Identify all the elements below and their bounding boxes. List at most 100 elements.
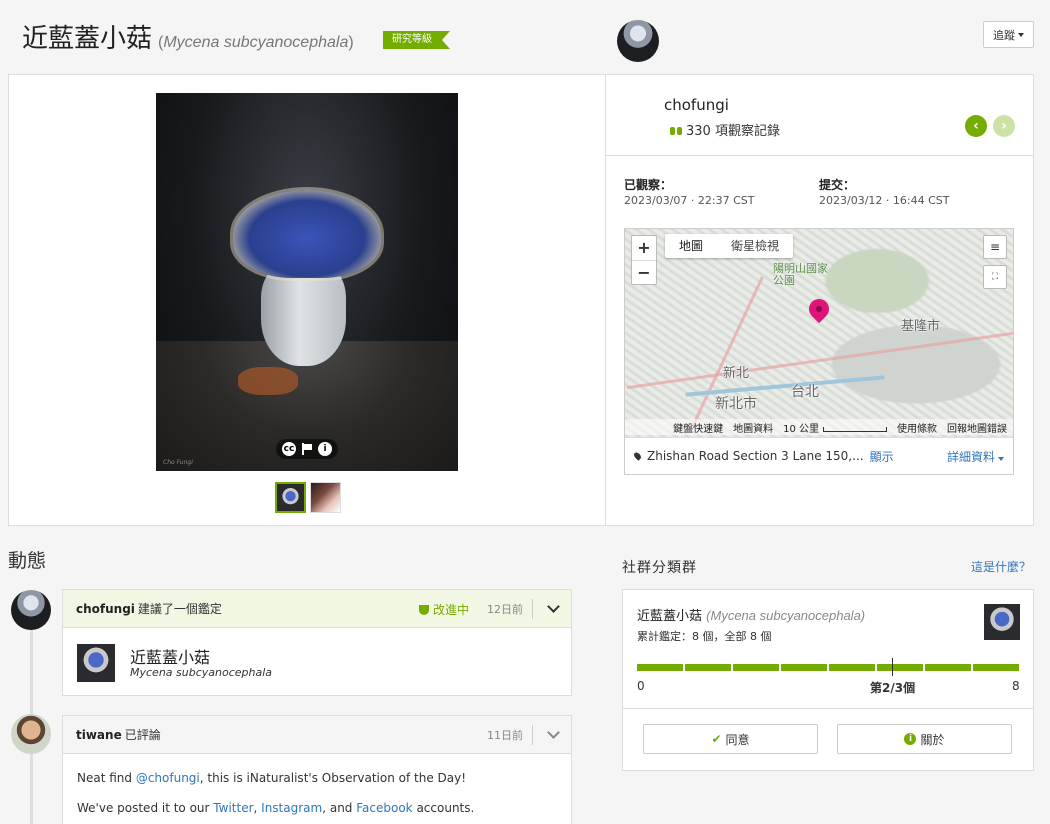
photo-mushroom-cap <box>233 190 381 278</box>
comment-action: 已評論 <box>124 728 161 742</box>
identification-card: chofungi 建議了一個鑑定 改進中 12日前 近藍蓋小菇 Mycena s… <box>62 589 572 696</box>
page-title: 近藍蓋小菇 (Mycena subcyanocephala) <box>22 18 354 55</box>
observed-label: 已觀察： <box>624 178 673 192</box>
divider <box>623 708 1033 709</box>
map-type-control: 地圖 衛星檢視 <box>665 234 794 258</box>
map-label-park: 陽明山國家公園 <box>773 262 828 287</box>
map-label-xinbei-small: 新北 <box>723 366 750 381</box>
map-scale: 10 公里 <box>783 420 887 435</box>
map-attribution: 鍵盤快速鍵 地圖資料 10 公里 使用條款 回報地圖錯誤 <box>625 419 1013 435</box>
map-type-map-button[interactable]: 地圖 <box>665 234 717 258</box>
observation-photo[interactable]: Cho Fungi cc i <box>156 93 458 471</box>
activity-heading: 動態 <box>8 550 47 572</box>
map-label-xinbei: 新北市 <box>715 396 757 412</box>
place-name: Zhishan Road Section 3 Lane 150,... <box>647 449 864 463</box>
identification-taxon-common-name[interactable]: 近藍蓋小菇 <box>130 644 210 668</box>
next-observation-button[interactable]: › <box>993 115 1015 137</box>
community-taxon-name[interactable]: 近藍蓋小菇 (Mycena subcyanocephala) <box>637 605 865 624</box>
photo-credit: Cho Fungi <box>163 459 193 466</box>
submitted-label: 提交： <box>819 178 856 192</box>
title-scientific-name: (Mycena subcyanocephala) <box>158 34 354 51</box>
show-location-link[interactable]: 顯示 <box>870 448 894 465</box>
community-identification-count: 累計鑑定：8 個，全部 8 個 <box>637 630 772 643</box>
binoculars-icon <box>670 125 682 135</box>
agreement-threshold-label: 第2/3個 <box>870 681 916 695</box>
map-type-satellite-button[interactable]: 衛星檢視 <box>717 234 793 258</box>
photo-area: Cho Fungi cc i <box>9 75 606 525</box>
observer-observation-count[interactable]: 330 項觀察記錄 <box>670 120 780 139</box>
agreement-min-label: 0 <box>637 679 645 693</box>
chevron-down-icon[interactable] <box>547 600 560 613</box>
comment-card-header: tiwane 已評論 11日前 <box>63 716 571 754</box>
community-taxon-heading: 社群分類群 <box>622 560 697 576</box>
details-dropdown[interactable]: 詳細資料 <box>947 448 1004 465</box>
photo-thumbnail-2[interactable] <box>310 482 341 513</box>
about-button[interactable]: i 關於 <box>837 724 1012 754</box>
photo-thumbnails <box>275 482 341 513</box>
community-taxon-thumbnail[interactable] <box>984 604 1020 640</box>
photo-detail <box>238 367 298 395</box>
report-map-error-link[interactable]: 回報地圖錯誤 <box>947 420 1007 435</box>
observed-date: 2023/03/07 · 22:37 CST <box>624 194 755 207</box>
agreement-bar-segment <box>685 664 731 671</box>
improving-status: 改進中 <box>419 601 469 618</box>
info-icon[interactable]: i <box>318 442 332 456</box>
trophy-icon <box>419 604 429 615</box>
follow-button[interactable]: 追蹤 <box>983 21 1034 48</box>
twitter-link[interactable]: Twitter <box>213 801 253 815</box>
caret-down-icon <box>1018 32 1024 37</box>
mention-link[interactable]: @chofungi <box>136 771 200 785</box>
map-data-link[interactable]: 地圖資料 <box>733 420 773 435</box>
agreement-bar-segment <box>829 664 875 671</box>
identification-taxon-scientific-name[interactable]: Mycena subcyanocephala <box>130 666 272 679</box>
agreement-bar-segment <box>733 664 779 671</box>
comment-card: tiwane 已評論 11日前 Neat find @chofungi, thi… <box>62 715 572 824</box>
agreement-bar-segment <box>925 664 971 671</box>
zoom-out-button[interactable]: − <box>632 260 656 284</box>
terms-link[interactable]: 使用條款 <box>897 420 937 435</box>
flag-icon[interactable] <box>301 443 313 455</box>
activity-avatar-tiwane[interactable] <box>11 714 51 754</box>
observer-name[interactable]: chofungi <box>664 96 729 114</box>
location-map[interactable]: 陽明山國家公園 基隆市 新北 新北市 台北 + − 地圖 衛星檢視 ≡ ⛶ 鍵盤… <box>624 228 1014 475</box>
identification-action: 建議了一個鑑定 <box>137 602 222 616</box>
identifier-name[interactable]: chofungi <box>76 602 135 616</box>
map-zoom-control: + − <box>631 235 657 285</box>
observer-avatar[interactable] <box>617 20 659 62</box>
agreement-max-label: 8 <box>1012 679 1020 693</box>
zoom-in-button[interactable]: + <box>632 236 656 260</box>
observation-location-pin[interactable] <box>804 294 834 324</box>
comment-paragraph-1: Neat find @chofungi, this is iNaturalist… <box>77 771 467 785</box>
map-canvas[interactable]: 陽明山國家公園 基隆市 新北 新北市 台北 + − 地圖 衛星檢視 ≡ ⛶ 鍵盤… <box>625 229 1013 437</box>
community-taxon-box: 近藍蓋小菇 (Mycena subcyanocephala) 累計鑑定：8 個，… <box>622 589 1034 771</box>
agree-button[interactable]: ✔ 同意 <box>643 724 818 754</box>
quality-grade-badge: 研究等級 <box>383 31 450 49</box>
fullscreen-icon[interactable]: ⛶ <box>983 265 1007 289</box>
cc-license-icon[interactable]: cc <box>282 442 296 456</box>
title-common-name: 近藍蓋小菇 <box>22 24 153 54</box>
comment-time: 11日前 <box>487 729 523 742</box>
commenter-name[interactable]: tiwane <box>76 728 122 742</box>
agreement-threshold-marker <box>891 658 893 676</box>
map-pin-icon <box>632 451 643 461</box>
photo-thumbnail-1[interactable] <box>275 482 306 513</box>
identification-card-header: chofungi 建議了一個鑑定 改進中 12日前 <box>63 590 571 628</box>
keyboard-shortcuts-link[interactable]: 鍵盤快速鍵 <box>673 420 723 435</box>
what-is-this-link[interactable]: 這是什麼？ <box>971 558 1031 575</box>
caret-down-icon <box>998 456 1004 461</box>
agreement-bar <box>637 664 1019 671</box>
divider <box>532 725 533 745</box>
previous-observation-button[interactable]: ‹ <box>965 115 987 137</box>
identification-time: 12日前 <box>487 603 523 616</box>
divider <box>606 155 1033 156</box>
identification-taxon-thumbnail[interactable] <box>77 644 115 682</box>
agreement-bar-segment <box>877 664 923 671</box>
layers-icon[interactable]: ≡ <box>983 235 1007 259</box>
facebook-link[interactable]: Facebook <box>356 801 412 815</box>
chevron-down-icon[interactable] <box>547 726 560 739</box>
instagram-link[interactable]: Instagram <box>261 801 322 815</box>
map-footer: Zhishan Road Section 3 Lane 150,... 顯示 詳… <box>625 437 1013 474</box>
agreement-bar-segment <box>973 664 1019 671</box>
scale-bar <box>823 426 887 432</box>
activity-avatar-chofungi[interactable] <box>11 590 51 630</box>
